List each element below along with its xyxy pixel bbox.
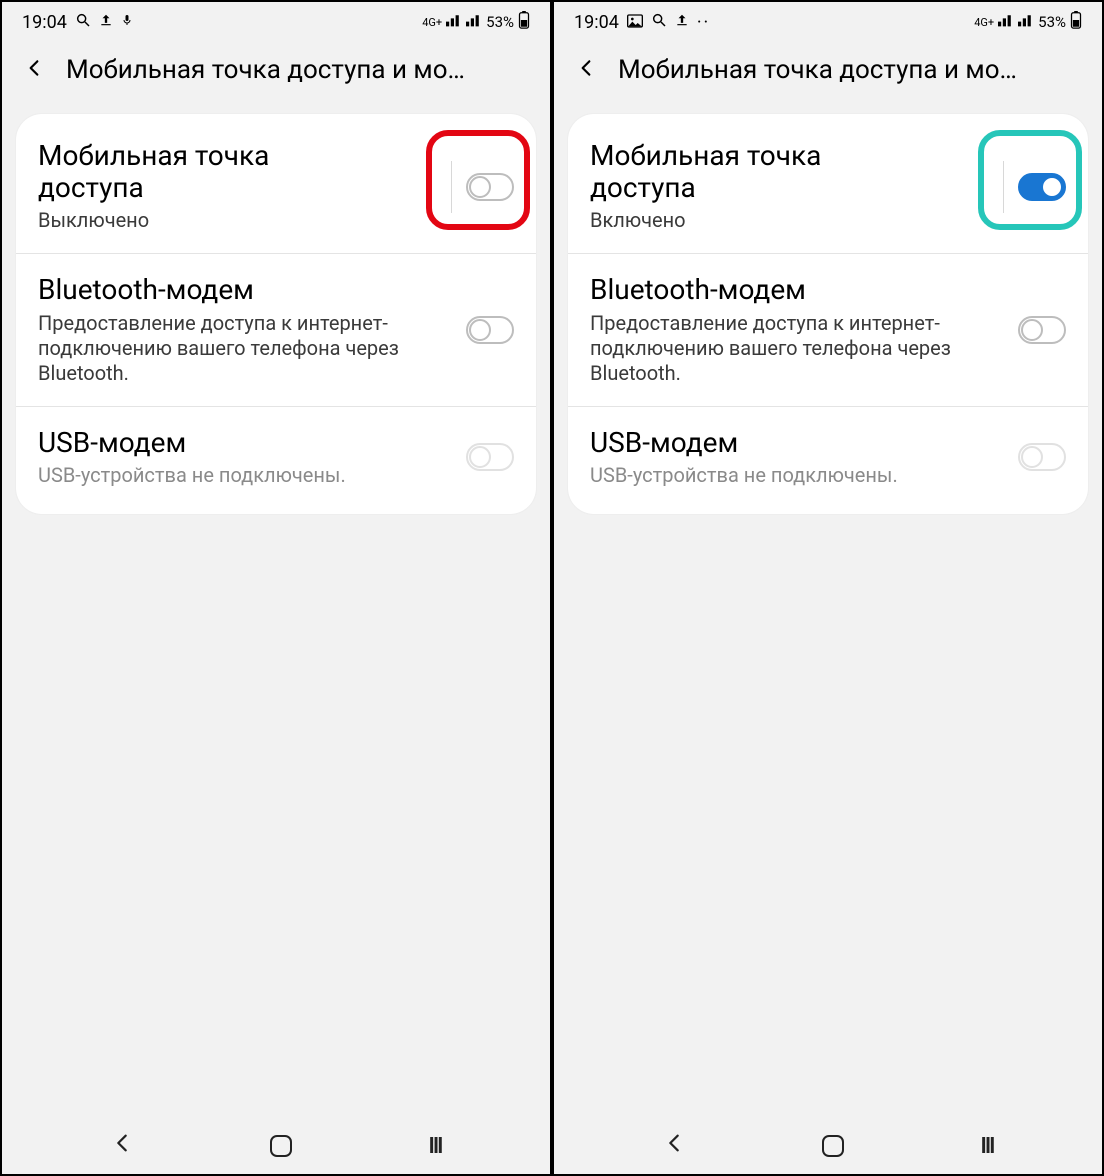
- nav-recents-button[interactable]: III: [429, 1134, 442, 1159]
- nav-back-button[interactable]: [111, 1131, 133, 1161]
- upload-icon: [99, 12, 113, 33]
- system-navbar: III: [554, 1118, 1102, 1174]
- phone-screen-left: 19:04 4G+ 53%: [0, 0, 552, 1176]
- bluetooth-title: Bluetooth-модем: [590, 274, 1010, 306]
- system-navbar: III: [2, 1118, 550, 1174]
- hotspot-subtitle: Выключено: [38, 208, 443, 233]
- status-time: 19:04: [22, 12, 67, 33]
- row-usb-tether: USB-модем USB-устройства не подключены.: [568, 406, 1088, 508]
- hotspot-toggle[interactable]: [466, 173, 514, 201]
- hotspot-title: Мобильная точка доступа: [38, 140, 443, 204]
- signal-icon-2: [466, 13, 482, 31]
- usb-toggle: [1018, 443, 1066, 471]
- battery-icon: [518, 11, 530, 33]
- more-icon: ··: [697, 12, 710, 33]
- signal-icon: [998, 13, 1014, 31]
- row-usb-tether: USB-модем USB-устройства не подключены.: [16, 406, 536, 508]
- row-mobile-hotspot[interactable]: Мобильная точка доступа Включено: [568, 120, 1088, 253]
- bluetooth-toggle[interactable]: [466, 316, 514, 344]
- page-header: Мобильная точка доступа и мо…: [554, 42, 1102, 98]
- status-time: 19:04: [574, 12, 619, 33]
- settings-card: Мобильная точка доступа Включено Bluetoo…: [568, 114, 1088, 514]
- battery-percent: 53%: [486, 13, 514, 31]
- row-mobile-hotspot[interactable]: Мобильная точка доступа Выключено: [16, 120, 536, 253]
- hotspot-subtitle: Включено: [590, 208, 995, 233]
- image-icon: [627, 12, 643, 33]
- bluetooth-title: Bluetooth-модем: [38, 274, 458, 306]
- nav-home-button[interactable]: [270, 1135, 292, 1157]
- toggle-separator: [451, 161, 452, 213]
- phone-screen-right: 19:04 ·· 4G+ 53%: [552, 0, 1104, 1176]
- battery-percent: 53%: [1038, 13, 1066, 31]
- battery-icon: [1070, 11, 1082, 33]
- nav-recents-button[interactable]: III: [981, 1134, 994, 1159]
- network-label: 4G+: [422, 16, 442, 29]
- upload-icon: [675, 12, 689, 33]
- network-label: 4G+: [974, 16, 994, 29]
- search-icon: [651, 12, 667, 33]
- back-button[interactable]: [18, 51, 50, 89]
- bluetooth-toggle[interactable]: [1018, 316, 1066, 344]
- settings-card: Мобильная точка доступа Выключено Blueto…: [16, 114, 536, 514]
- row-bluetooth-tether[interactable]: Bluetooth-модем Предоставление доступа к…: [568, 253, 1088, 405]
- usb-subtitle: USB-устройства не подключены.: [590, 463, 1010, 488]
- signal-icon-2: [1018, 13, 1034, 31]
- status-bar: 19:04 4G+ 53%: [2, 2, 550, 42]
- row-bluetooth-tether[interactable]: Bluetooth-модем Предоставление доступа к…: [16, 253, 536, 405]
- hotspot-toggle[interactable]: [1018, 173, 1066, 201]
- toggle-separator: [1003, 161, 1004, 213]
- nav-home-button[interactable]: [822, 1135, 844, 1157]
- bluetooth-subtitle: Предоставление доступа к интернет-подклю…: [590, 311, 1010, 386]
- usb-toggle: [466, 443, 514, 471]
- usb-subtitle: USB-устройства не подключены.: [38, 463, 458, 488]
- usb-title: USB-модем: [38, 427, 458, 459]
- signal-icon: [446, 13, 462, 31]
- mic-icon: [121, 12, 133, 33]
- nav-back-button[interactable]: [663, 1131, 685, 1161]
- page-header: Мобильная точка доступа и мо…: [2, 42, 550, 98]
- usb-title: USB-модем: [590, 427, 1010, 459]
- page-title: Мобильная точка доступа и мо…: [618, 55, 1086, 85]
- bluetooth-subtitle: Предоставление доступа к интернет-подклю…: [38, 311, 458, 386]
- hotspot-title: Мобильная точка доступа: [590, 140, 995, 204]
- back-button[interactable]: [570, 51, 602, 89]
- status-bar: 19:04 ·· 4G+ 53%: [554, 2, 1102, 42]
- search-icon: [75, 12, 91, 33]
- page-title: Мобильная точка доступа и мо…: [66, 55, 534, 85]
